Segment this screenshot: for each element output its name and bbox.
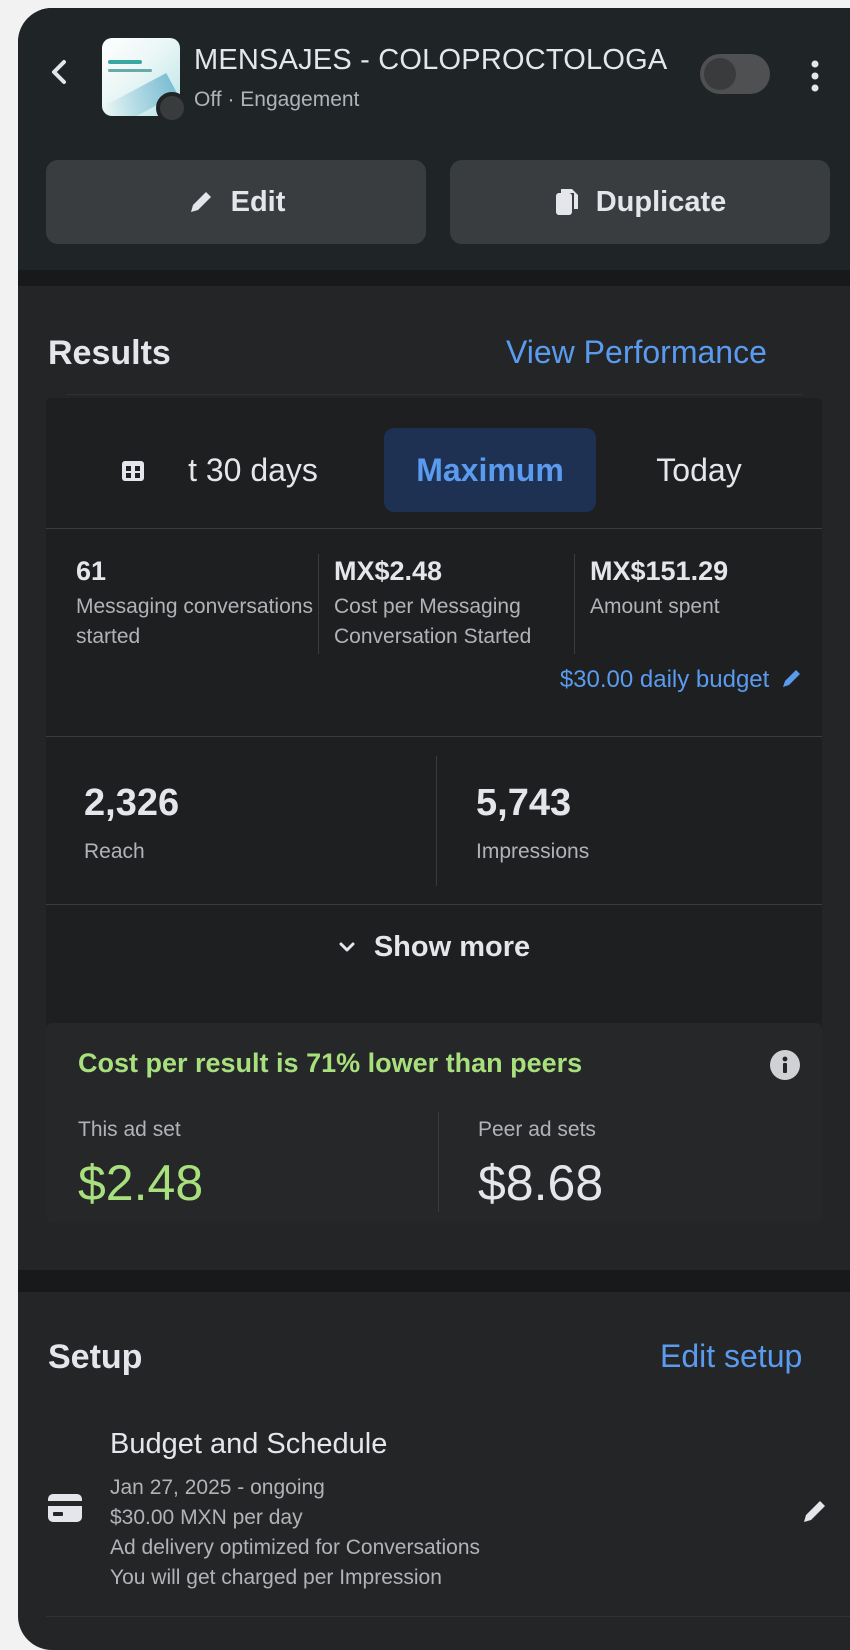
duplicate-button-label: Duplicate xyxy=(595,185,727,218)
results-heading: Results xyxy=(48,334,171,372)
impressions-value: 5,743 xyxy=(476,782,572,824)
this-ad-set-label: This ad set xyxy=(78,1118,181,1141)
edit-button-label: Edit xyxy=(230,185,286,218)
separator-dot: · xyxy=(227,88,241,111)
peer-comparison-headline: Cost per result is 71% lower than peers xyxy=(78,1048,583,1078)
daily-budget-label: $30.00 daily budget xyxy=(559,666,770,693)
reach-label: Reach xyxy=(84,840,145,863)
metric-amount-value: MX$151.29 xyxy=(590,556,729,586)
edit-setup-link[interactable]: Edit setup xyxy=(660,1338,802,1375)
chevron-down-icon xyxy=(339,942,355,952)
back-chevron-icon[interactable] xyxy=(44,52,74,92)
ad-set-subtitle: Off · Engagement xyxy=(194,88,359,112)
divider-line xyxy=(46,736,822,737)
tab-today-label: Today xyxy=(656,451,742,488)
tab-maximum[interactable]: Maximum xyxy=(384,428,596,512)
budget-amount: $30.00 MXN per day xyxy=(110,1506,303,1529)
impressions-label: Impressions xyxy=(476,840,590,863)
reach-value: 2,326 xyxy=(84,782,180,824)
copy-icon xyxy=(555,189,578,215)
peer-ad-sets-value: $8.68 xyxy=(478,1155,604,1211)
this-ad-set-value: $2.48 xyxy=(78,1155,204,1211)
billing-event: You will get charged per Impression xyxy=(110,1566,442,1589)
status-text: Off xyxy=(194,88,222,111)
divider-line xyxy=(46,528,822,529)
info-icon[interactable] xyxy=(770,1050,800,1080)
metric-amount-label: Amount spent xyxy=(590,595,720,618)
metric-divider xyxy=(436,756,437,886)
tab-last-30-days-label: t 30 days xyxy=(188,451,318,488)
metric-divider xyxy=(318,554,319,654)
status-dot-icon xyxy=(156,92,188,124)
metric-conversations-label: Messaging conversations started xyxy=(76,595,313,648)
edit-button[interactable]: Edit xyxy=(46,160,426,244)
peer-ad-sets-label: Peer ad sets xyxy=(478,1118,596,1141)
toggle-knob xyxy=(704,58,736,90)
phone-screen: MENSAJES - COLOPROCTOLOGA Off · Engageme… xyxy=(18,8,850,1650)
divider-line xyxy=(46,1616,850,1617)
schedule-dates: Jan 27, 2025 - ongoing xyxy=(110,1476,325,1499)
calendar-grid-icon xyxy=(122,461,145,481)
pencil-icon xyxy=(783,670,800,687)
ad-set-title: MENSAJES - COLOPROCTOLOGA xyxy=(194,44,668,76)
ad-set-header: MENSAJES - COLOPROCTOLOGA Off · Engageme… xyxy=(18,8,850,280)
section-divider xyxy=(18,270,850,286)
budget-schedule-title: Budget and Schedule xyxy=(110,1428,388,1460)
section-divider xyxy=(18,1270,850,1292)
divider-line xyxy=(46,904,822,905)
card-top-border xyxy=(66,394,802,395)
pencil-icon[interactable] xyxy=(800,1496,830,1526)
credit-card-icon xyxy=(48,1494,82,1522)
metric-conversations-value: 61 xyxy=(76,556,107,586)
duplicate-button[interactable]: Duplicate xyxy=(450,160,830,244)
tab-today[interactable]: Today xyxy=(604,428,794,512)
more-vertical-icon[interactable] xyxy=(808,56,822,96)
pencil-icon xyxy=(190,192,211,212)
show-more-label: Show more xyxy=(373,930,531,963)
tab-last-30-days[interactable]: t 30 days xyxy=(84,428,354,512)
metric-cost-label: Cost per Messaging Conversation Started xyxy=(334,595,532,648)
metric-divider xyxy=(574,554,575,654)
on-off-toggle[interactable] xyxy=(700,54,770,94)
peer-divider xyxy=(438,1112,439,1212)
setup-heading: Setup xyxy=(48,1338,143,1376)
daily-budget-link[interactable]: $30.00 daily budget xyxy=(418,666,804,694)
show-more-button[interactable]: Show more xyxy=(46,910,822,984)
view-performance-link[interactable]: View Performance xyxy=(506,334,767,371)
tab-maximum-label: Maximum xyxy=(416,451,564,488)
metric-cost-value: MX$2.48 xyxy=(334,556,443,586)
objective-text: Engagement xyxy=(240,88,360,111)
delivery-optimization: Ad delivery optimized for Conversations xyxy=(110,1536,481,1559)
